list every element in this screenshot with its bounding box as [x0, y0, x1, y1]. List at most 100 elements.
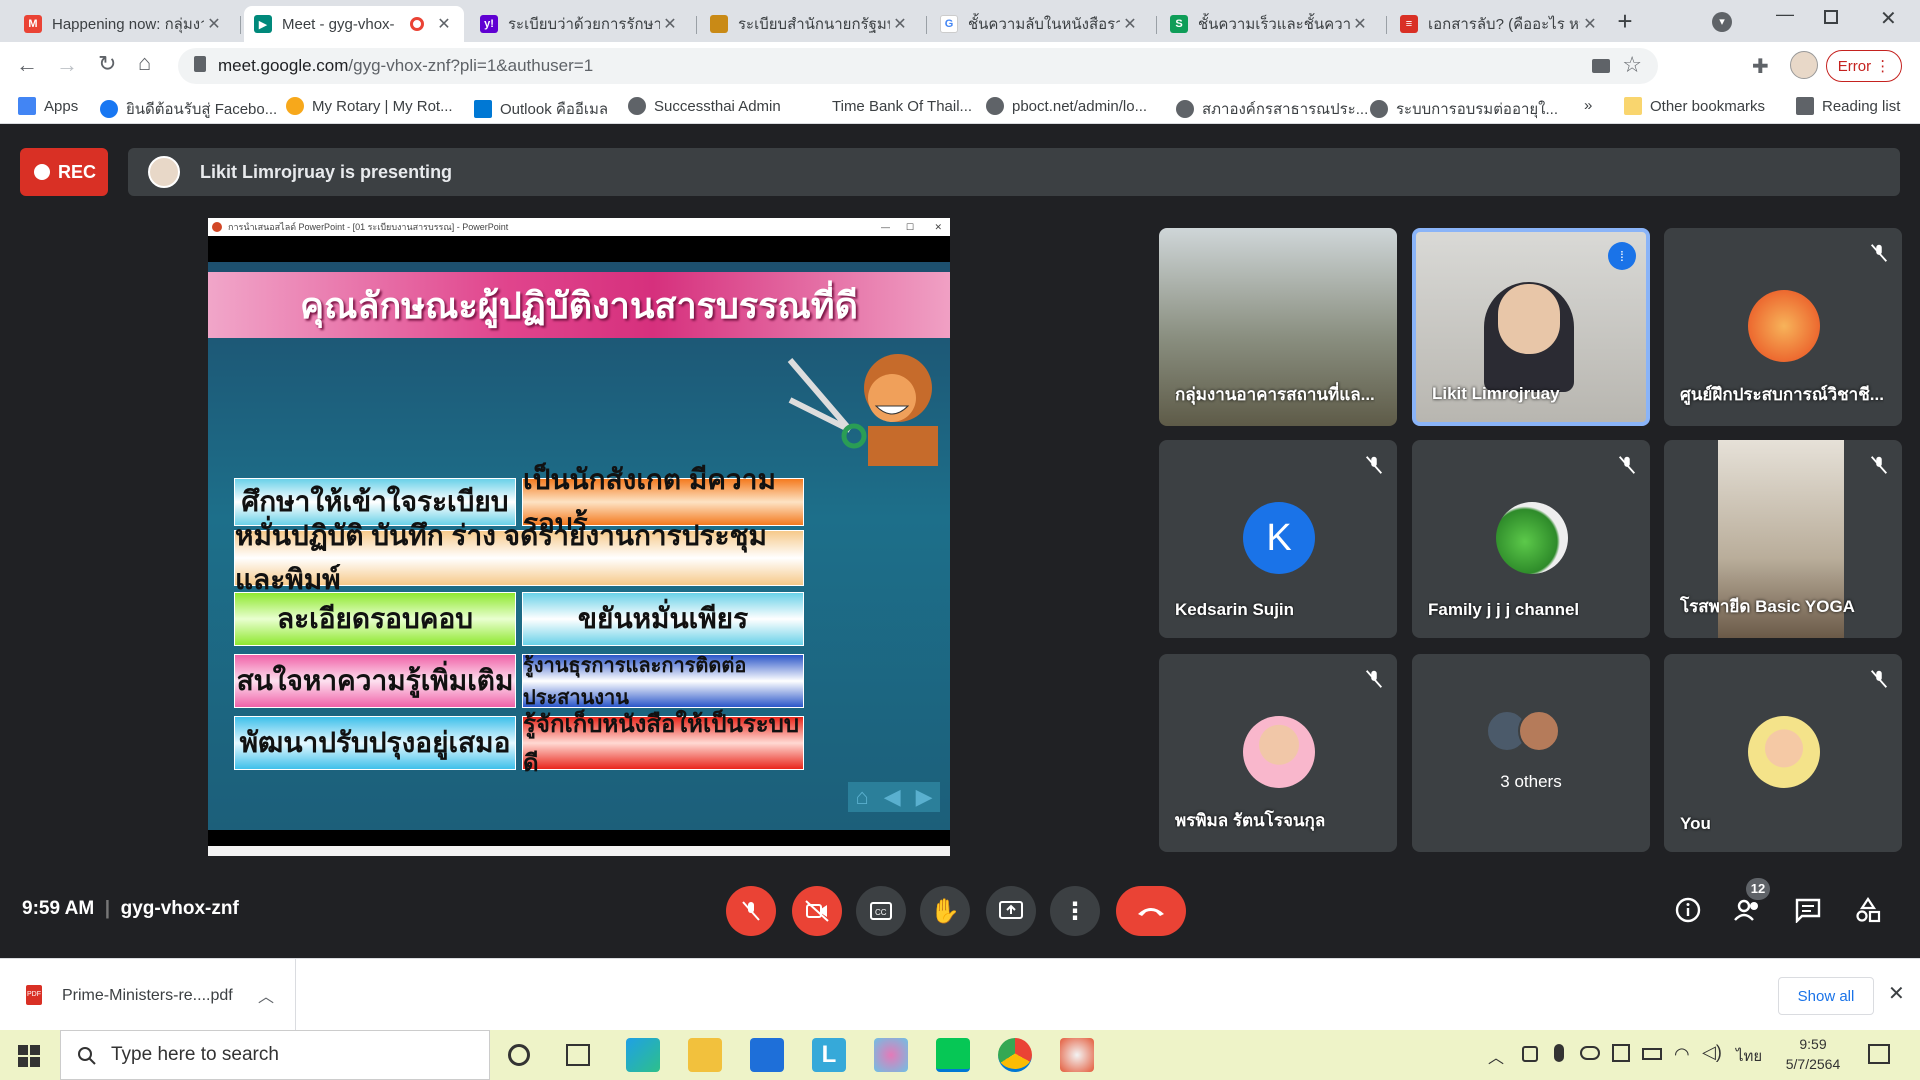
mail-icon[interactable] — [750, 1038, 784, 1072]
tab-yahoo[interactable]: y! ระเบียบว่าด้วยการรักษาค ✕ — [470, 6, 690, 42]
bookmark-health-council[interactable]: สภาองค์กรสาธารณประ... — [1176, 97, 1368, 121]
bookmark-outlook[interactable]: Outlook คืออีเมล — [474, 97, 608, 121]
edge-icon[interactable] — [626, 1038, 660, 1072]
present-screen-icon — [999, 901, 1023, 919]
participant-tile[interactable]: กลุ่มงานอาคารสถานที่แล... — [1159, 228, 1397, 426]
tab-doc[interactable]: ≡ เอกสารลับ? (คืออะไร หมา ✕ — [1390, 6, 1610, 42]
close-tab-icon[interactable]: ✕ — [1350, 14, 1370, 34]
presentation-window[interactable]: การนำเสนอสไลด์ PowerPoint - [01 ระเบียบง… — [208, 218, 950, 856]
tab-gmail[interactable]: M Happening now: กลุ่มงา ✕ — [14, 6, 234, 42]
error-badge[interactable]: Error ⋮ — [1826, 50, 1902, 82]
profile-avatar[interactable] — [1790, 51, 1818, 79]
show-all-button[interactable]: Show all — [1778, 977, 1874, 1015]
minimize-button[interactable]: — — [1776, 4, 1794, 25]
microphone-icon[interactable] — [1554, 1044, 1564, 1062]
bookmarks-more-button[interactable]: » — [1584, 97, 1592, 114]
tab-search-button[interactable]: ▾ — [1712, 12, 1732, 32]
windows-start-icon[interactable] — [18, 1045, 40, 1067]
close-downloads-icon[interactable]: ✕ — [1888, 981, 1905, 1006]
other-bookmarks[interactable]: Other bookmarks — [1624, 97, 1765, 115]
globe-icon — [1370, 100, 1388, 118]
close-tab-icon[interactable]: ✕ — [434, 14, 454, 34]
slide-cell: ขยันหมั่นเพียร — [522, 592, 804, 646]
battery-icon[interactable] — [1642, 1048, 1662, 1060]
close-tab-icon[interactable]: ✕ — [204, 14, 224, 34]
download-item[interactable]: PDF Prime-Ministers-re....pdf ︿ — [0, 959, 296, 1031]
tab-meet[interactable]: ▶ Meet - gyg-vhox- ✕ — [244, 6, 464, 42]
people-button[interactable]: 12 — [1730, 878, 1770, 928]
tab-slide[interactable]: S ชั้นความเร็วและชั้นความลั ✕ — [1160, 6, 1380, 42]
forward-icon[interactable]: → — [56, 52, 78, 78]
close-tab-icon[interactable]: ✕ — [890, 14, 910, 34]
mic-toggle-button[interactable] — [726, 886, 776, 936]
tab-regulation[interactable]: ระเบียบสำนักนายกรัฐมนต ✕ — [700, 6, 920, 42]
participant-tile[interactable]: Family j j j channel — [1412, 440, 1650, 638]
tab-google[interactable]: G ชั้นความลับในหนังสือราช ✕ — [930, 6, 1150, 42]
camera-icon[interactable] — [1592, 59, 1610, 73]
reading-list[interactable]: Reading list — [1796, 97, 1900, 115]
slide-title: คุณลักษณะผู้ปฏิบัติงานสารบรรณที่ดี — [299, 284, 859, 326]
bookmark-training[interactable]: ระบบการอบรมต่ออายุใ... — [1370, 97, 1558, 121]
bookmark-timebank[interactable]: Time Bank Of Thail... — [806, 97, 972, 115]
meeting-details-button[interactable] — [1670, 892, 1706, 928]
reload-icon[interactable]: ↻ — [98, 51, 116, 77]
new-tab-button[interactable]: + — [1612, 8, 1638, 34]
line-app-icon[interactable] — [936, 1038, 970, 1072]
chat-button[interactable] — [1790, 892, 1826, 928]
participant-tile-self[interactable]: You — [1664, 654, 1902, 852]
close-tab-icon[interactable]: ✕ — [660, 14, 680, 34]
notifications-icon[interactable] — [1868, 1044, 1890, 1064]
chrome-icon[interactable] — [998, 1038, 1032, 1072]
task-view-icon[interactable] — [566, 1044, 590, 1066]
folder-icon — [1624, 97, 1642, 115]
restore-button[interactable] — [1824, 10, 1838, 24]
chevron-up-icon[interactable]: ︿ — [1488, 1044, 1504, 1068]
file-explorer-icon[interactable] — [688, 1038, 722, 1072]
close-tab-icon[interactable]: ✕ — [1120, 14, 1140, 34]
language-indicator[interactable]: ไทย — [1736, 1044, 1762, 1068]
participant-tile[interactable]: พรพิมล รัตนโรจนกุล — [1159, 654, 1397, 852]
participant-tile[interactable]: ⁞ Likit Limrojruay — [1412, 228, 1650, 426]
taskbar-search[interactable]: Type here to search — [60, 1030, 490, 1080]
app-flower-icon[interactable] — [874, 1038, 908, 1072]
info-icon — [1675, 897, 1701, 923]
bookmark-pboct[interactable]: pboct.net/admin/lo... — [986, 97, 1147, 115]
powerpoint-icon — [212, 222, 222, 232]
yahoo-icon: y! — [480, 15, 498, 33]
leave-call-button[interactable] — [1116, 886, 1186, 936]
present-button[interactable] — [986, 886, 1036, 936]
chevron-up-icon[interactable]: ︿ — [258, 983, 274, 1007]
bookmark-rotary[interactable]: My Rotary | My Rot... — [286, 97, 453, 115]
close-tab-icon[interactable]: ✕ — [1580, 14, 1600, 34]
cortana-icon[interactable] — [508, 1044, 530, 1066]
tray-app-icon[interactable] — [1612, 1044, 1630, 1062]
close-window-button[interactable]: ✕ — [1880, 6, 1897, 31]
home-icon[interactable]: ⌂ — [138, 50, 151, 76]
activities-button[interactable] — [1850, 892, 1886, 928]
tray-app-icon[interactable] — [1522, 1046, 1538, 1062]
back-icon[interactable]: ← — [16, 52, 38, 78]
wifi-icon[interactable]: ◠ — [1674, 1044, 1690, 1065]
more-options-button[interactable]: ⋮ — [1050, 886, 1100, 936]
taskbar-clock[interactable]: 9:59 5/7/2564 — [1776, 1034, 1850, 1074]
bookmark-label: สภาองค์กรสาธารณประ... — [1202, 101, 1369, 118]
bookmark-facebook[interactable]: ยินดีต้อนรับสู่ Facebo... — [100, 97, 277, 121]
paint-app-icon[interactable] — [1060, 1038, 1094, 1072]
outlook-icon — [474, 100, 492, 118]
participant-tile[interactable]: โรสพายีด Basic YOGA — [1664, 440, 1902, 638]
camera-toggle-button[interactable] — [792, 886, 842, 936]
apps-grid-icon — [18, 97, 36, 115]
address-bar[interactable]: meet.google.com/gyg-vhox-znf?pli=1&authu… — [178, 48, 1658, 84]
extensions-icon[interactable]: ✚ — [1752, 54, 1769, 79]
participant-tile[interactable]: K Kedsarin Sujin — [1159, 440, 1397, 638]
bookmark-successthai[interactable]: Successthai Admin — [628, 97, 781, 115]
captions-button[interactable]: CC — [856, 886, 906, 936]
volume-icon[interactable]: ◁) — [1702, 1042, 1722, 1063]
participant-tile[interactable]: 3 others — [1412, 654, 1650, 852]
l-app-icon[interactable]: L — [812, 1038, 846, 1072]
star-icon[interactable]: ☆ — [1622, 52, 1642, 78]
bookmark-apps[interactable]: Apps — [18, 97, 78, 115]
participant-tile[interactable]: ศูนย์ฝึกประสบการณ์วิชาชี... — [1664, 228, 1902, 426]
onedrive-icon[interactable] — [1580, 1046, 1600, 1060]
raise-hand-button[interactable]: ✋ — [920, 886, 970, 936]
